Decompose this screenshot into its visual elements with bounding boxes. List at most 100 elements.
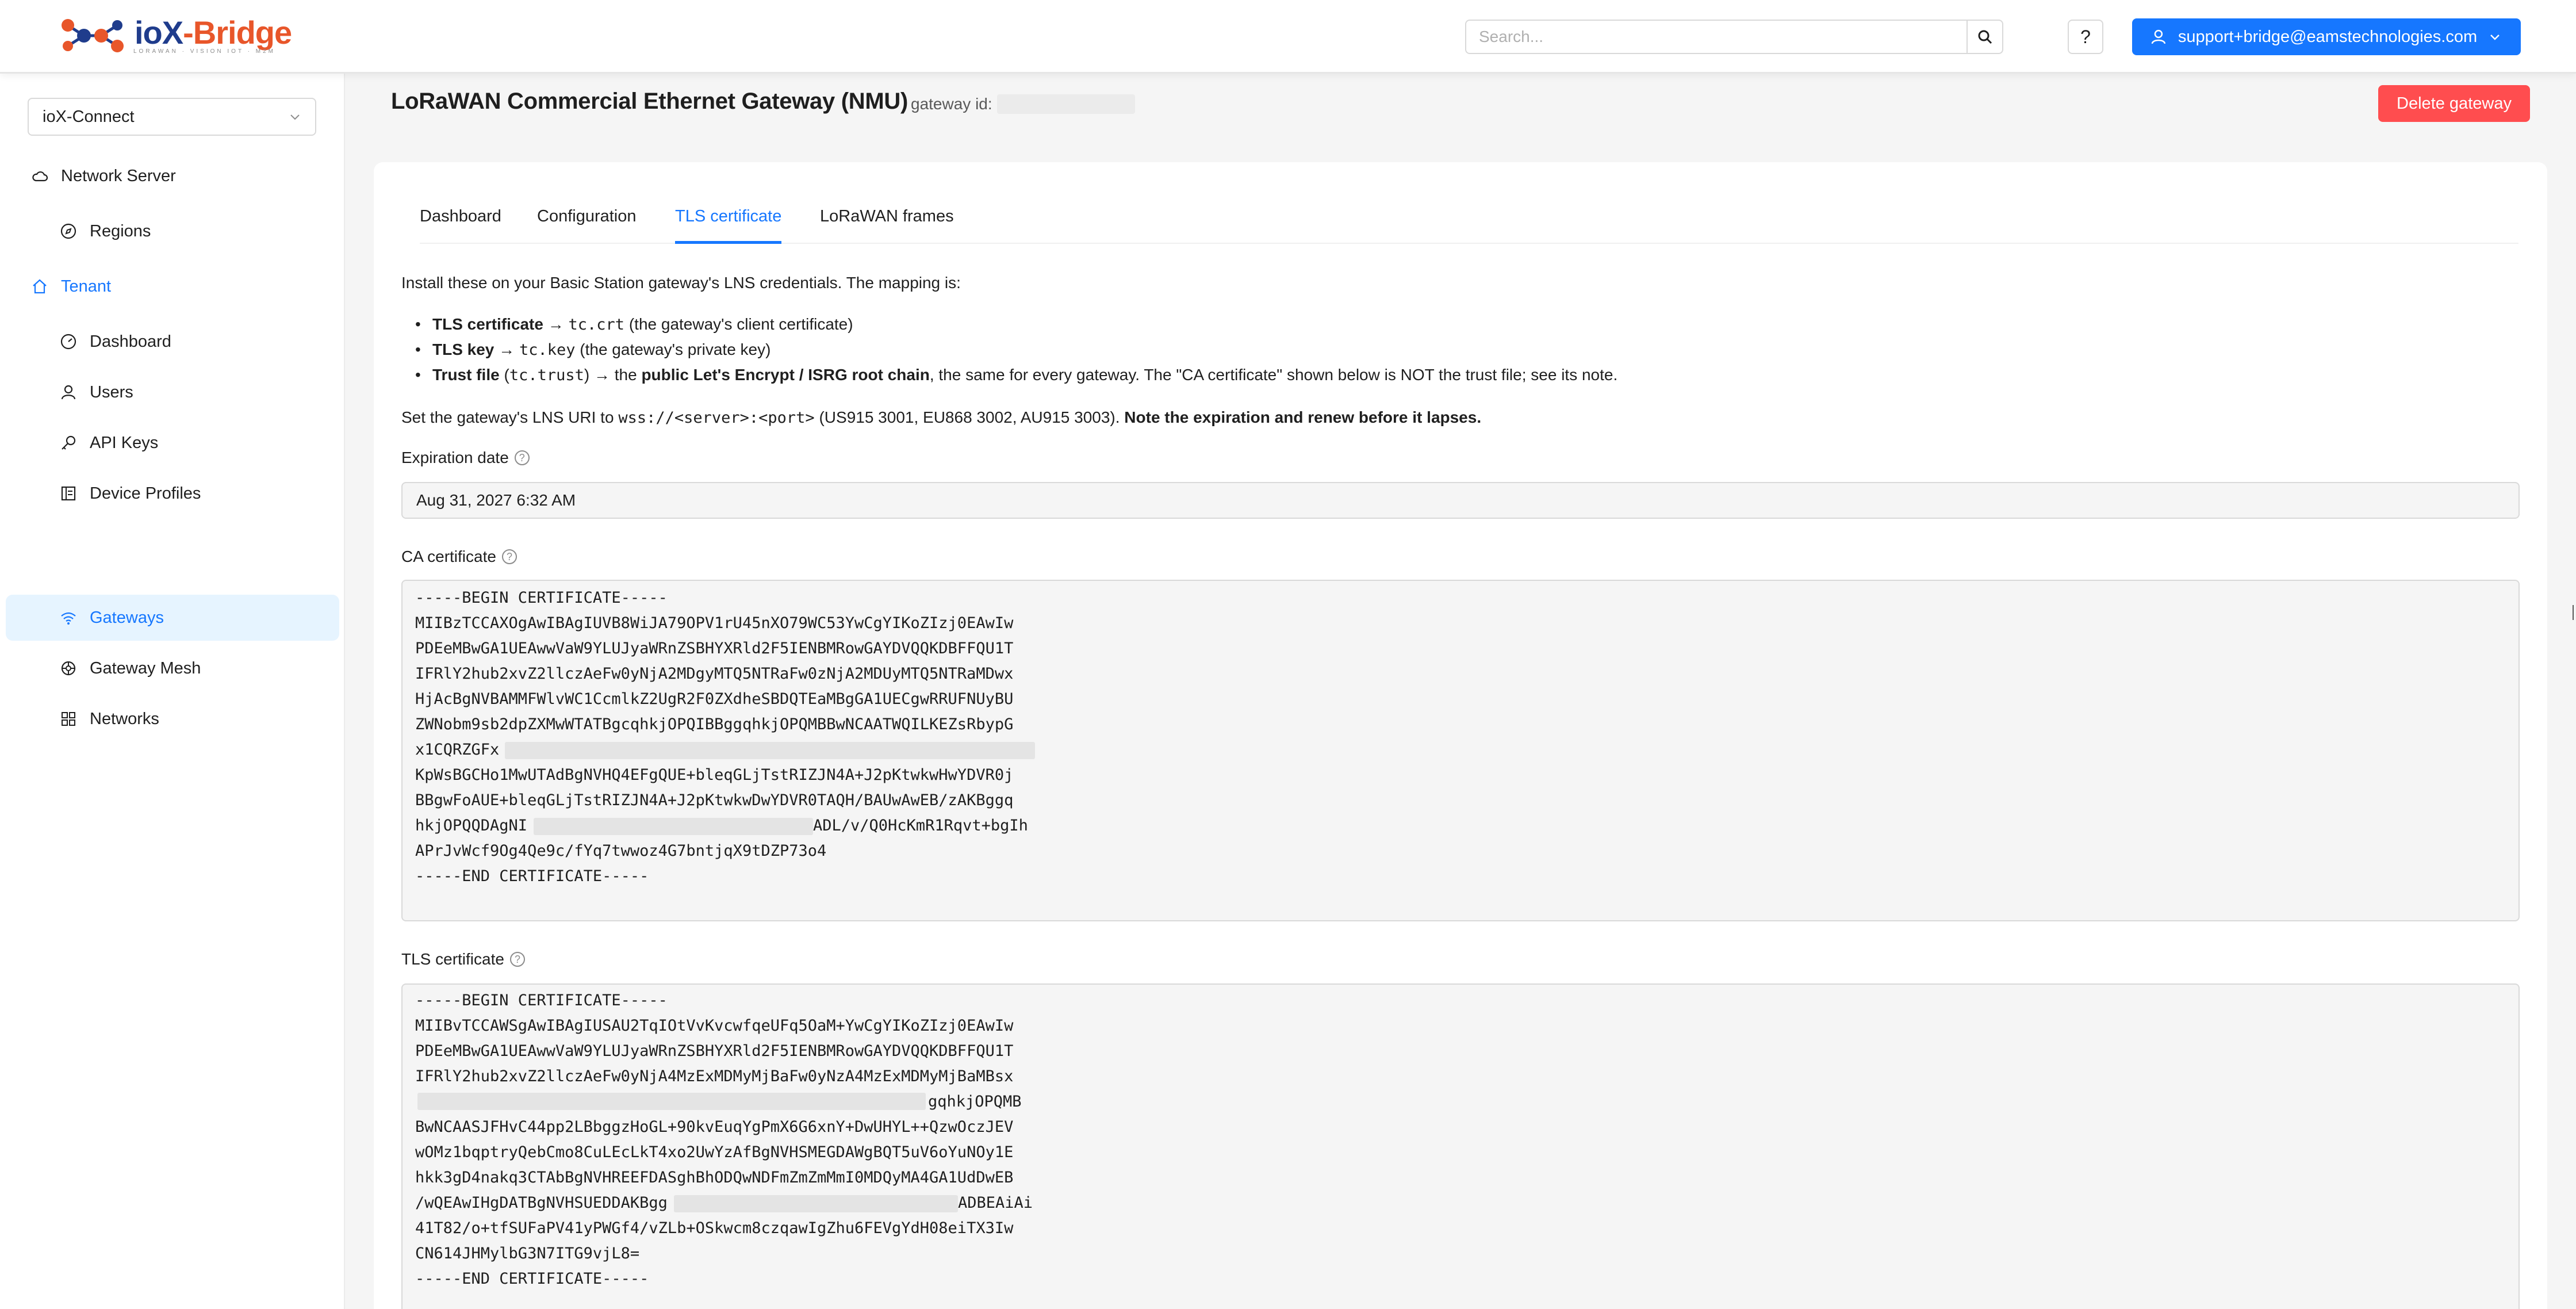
sidebar-item-gateway-mesh[interactable]: Gateway Mesh [6, 645, 339, 691]
cert-line: BwNCAASJFHvC44pp2LBbggzHoGL+90kvEuqYgPmX… [415, 1118, 1014, 1136]
tls-cert-line-tail: ADBEAiAi [958, 1194, 1033, 1212]
bullet-text: ) → the [584, 366, 642, 384]
redacted-block [417, 1093, 926, 1110]
question-circle-icon[interactable]: ? [509, 952, 525, 967]
cert-line: CN614JHMylbG3N7ITG9vjL8= [415, 1245, 640, 1262]
sidebar-item-label: Regions [90, 221, 151, 240]
page-title: LoRaWAN Commercial Ethernet Gateway (NMU… [391, 89, 908, 114]
chevron-down-icon [290, 114, 300, 120]
redacted-block [505, 742, 1035, 759]
cert-line: -----BEGIN CERTIFICATE----- [415, 589, 668, 607]
top-header: ioX-Bridge LORAWAN · VISION IOT · M2M ? … [0, 0, 2576, 74]
cert-line: wOMz1bqptryQebCmo8CuLEcLkT4xo2UwYzAfBgNV… [415, 1143, 1014, 1161]
cert-line: -----BEGIN CERTIFICATE----- [415, 992, 668, 1009]
profile-grid-icon [60, 485, 77, 502]
field-label-text: CA certificate [401, 548, 496, 565]
bullet-code: tc.trust [509, 366, 584, 384]
cert-line: HjAcBgNVBAMMFWlvWC1CcmlkZ2UgR2F0ZXdheSBD… [415, 690, 1014, 708]
mesh-icon [60, 660, 77, 677]
bullet-code: tc.crt [568, 316, 625, 334]
search-button[interactable] [1966, 21, 2002, 53]
expiration-date-field[interactable]: Aug 31, 2027 6:32 AM [401, 482, 2520, 519]
tenant-select[interactable]: ioX-Connect [28, 98, 316, 136]
delete-gateway-button[interactable]: Delete gateway [2378, 85, 2530, 122]
help-button[interactable]: ? [2068, 20, 2103, 54]
sidebar-item-label: Dashboard [90, 332, 171, 351]
bullet-arrow: → [494, 340, 519, 358]
home-icon [31, 278, 48, 295]
sidebar-item-regions[interactable]: Regions [6, 208, 339, 254]
cert-line: MIIBzTCCAXOgAwIBAgIUVB8WiJA79OPV1rU45nXO… [415, 614, 1014, 632]
tab-bar: Dashboard Configuration TLS certificate … [420, 205, 2518, 244]
field-label-text: Expiration date [401, 449, 509, 466]
bullet-tls-certificate: TLS certificate → tc.crt (the gateway's … [415, 313, 853, 336]
tab-tls-certificate[interactable]: TLS certificate [675, 205, 782, 244]
sidebar-item-gateways[interactable]: Gateways [6, 595, 339, 641]
bullet-text: (the gateway's client certificate) [624, 315, 853, 333]
sidebar-item-label: Network Server [61, 166, 176, 185]
molecule-logo-icon [62, 19, 124, 52]
dashboard-gauge-icon [60, 333, 77, 350]
search-icon [1978, 30, 1992, 44]
bullet-text: , the same for every gateway. The "CA ce… [929, 366, 1618, 384]
uri-text: (US915 3001, EU868 3002, AU915 3003). [814, 408, 1125, 426]
cert-line: -----END CERTIFICATE----- [415, 1270, 649, 1288]
sidebar-item-label: Tenant [61, 277, 112, 296]
uri-text: Set the gateway's LNS URI to [401, 408, 619, 426]
sidebar-item-label: Users [90, 382, 133, 401]
expiration-label: Expiration date ? [401, 449, 530, 467]
search-bar [1465, 20, 2003, 54]
lns-uri-text: Set the gateway's LNS URI to wss://<serv… [401, 406, 1481, 430]
bullet-bold: TLS key [432, 340, 494, 358]
cert-line: IFRlY2hub2xvZ2llczAeFw0yNjA4MzExMDMyMjBa… [415, 1067, 1014, 1085]
logo-tagline: LORAWAN · VISION IOT · M2M [133, 48, 275, 55]
bullet-text: ( [499, 366, 509, 384]
cert-line: ZWNobm9sb2dpZXMwWTATBgcqhkjOPQIBBggqhkjO… [415, 715, 1014, 733]
cert-line: APrJvWcf9Og4Qe9c/fYq7twwoz4G7bntjqX9tDZP… [415, 842, 827, 860]
cert-line: IFRlY2hub2xvZ2llczAeFw0yNjA2MDgyMTQ5NTRa… [415, 665, 1014, 683]
bullet-bold: Trust file [432, 366, 500, 384]
field-label-text: TLS certificate [401, 950, 504, 968]
sidebar-item-label: API Keys [90, 433, 159, 452]
chevron-down-icon [2490, 35, 2500, 40]
cert-line: BBgwFoAUE+bleqGLjTstRIZJN4A+J2pKtwkwDwYD… [415, 791, 1014, 809]
sidebar-item-tenant[interactable]: Tenant [6, 263, 339, 309]
cert-line: PDEeMBwGA1UEAwwVaW9YLUJyaWRnZSBHYXRld2F5… [415, 640, 1014, 657]
sidebar-item-label: Gateways [90, 608, 164, 627]
redacted-block [674, 1195, 958, 1212]
bullet-trust-file: Trust file (tc.trust) → the public Let's… [415, 363, 1618, 387]
logo-dash-text: - [183, 14, 194, 51]
tab-dashboard[interactable]: Dashboard [420, 205, 501, 244]
ca-certificate-text: -----BEGIN CERTIFICATE----- MIIBzTCCAXOgA… [415, 585, 1013, 889]
gateway-id-label: gateway id: [911, 95, 992, 113]
sidebar-item-label: Gateway Mesh [90, 659, 201, 678]
redacted-block [534, 818, 813, 835]
logo-main-text: ioX [135, 14, 183, 51]
sidebar-item-users[interactable]: Users [6, 369, 339, 415]
tab-configuration[interactable]: Configuration [537, 205, 637, 244]
cert-line: PDEeMBwGA1UEAwwVaW9YLUJyaWRnZSBHYXRld2F5… [415, 1042, 1014, 1060]
sidebar-item-device-profiles[interactable]: Device Profiles [6, 470, 339, 516]
tab-lorawan-frames[interactable]: LoRaWAN frames [820, 205, 954, 244]
sidebar-item-network-server[interactable]: Network Server [6, 153, 339, 199]
cert-line: KpWsBGCHo1MwUTAdBgNVHQ4EFgQUE+bleqGLjTst… [415, 766, 1014, 784]
user-icon [2151, 29, 2166, 44]
question-circle-icon[interactable]: ? [514, 450, 530, 465]
cert-line: MIIBvTCCAWSgAwIBAgIUSAU2TqIOtVvKvcwfqeUF… [415, 1017, 1014, 1035]
user-icon [60, 384, 77, 401]
question-circle-icon[interactable]: ? [501, 549, 517, 564]
sidebar-item-api-keys[interactable]: API Keys [6, 420, 339, 466]
logo-wordmark: ioX-Bridge [135, 14, 292, 51]
wifi-icon [60, 609, 77, 626]
ca-certificate-label: CA certificate ? [401, 548, 517, 566]
intro-text: Install these on your Basic Station gate… [401, 274, 961, 292]
sidebar-item-label: Networks [90, 709, 159, 728]
sidebar-item-dashboard[interactable]: Dashboard [6, 319, 339, 365]
apps-grid-icon [60, 710, 77, 728]
key-icon [60, 434, 77, 451]
sidebar-item-networks[interactable]: Networks [6, 696, 339, 742]
user-menu-button[interactable]: support+bridge@eamstechnologies.com [2132, 18, 2521, 55]
compass-icon [60, 223, 77, 240]
search-input[interactable] [1466, 21, 1966, 53]
bullet-code: tc.key [519, 341, 576, 359]
